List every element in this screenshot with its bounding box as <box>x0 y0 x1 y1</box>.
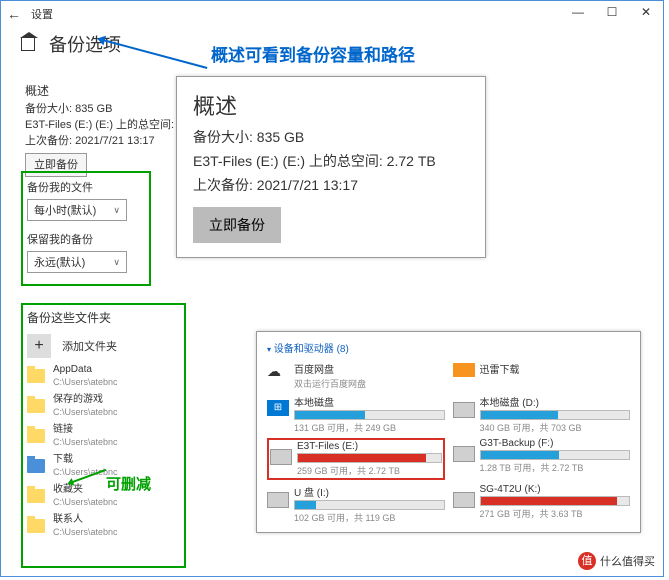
window-title: 设置 <box>31 6 53 22</box>
cloud-icon: ☁ <box>267 363 289 379</box>
folder-icon <box>27 429 45 443</box>
drive-name: G3T-Backup (F:) <box>480 438 631 449</box>
backup-now-button[interactable]: 立即备份 <box>193 207 281 243</box>
chevron-down-icon: ∨ <box>113 205 120 216</box>
disk-icon <box>270 449 292 465</box>
drive-info: 340 GB 可用，共 703 GB <box>480 421 631 434</box>
freq-value: 每小时(默认) <box>34 202 96 218</box>
folder-icon <box>27 459 45 473</box>
drive-item[interactable]: 本地磁盘 (D:) 340 GB 可用，共 703 GB <box>453 394 631 434</box>
chevron-down-icon: ∨ <box>113 257 120 268</box>
add-folder-button[interactable]: + <box>27 334 51 358</box>
page-title: 备份选项 <box>49 31 121 57</box>
usage-bar <box>480 496 631 506</box>
drive-name: SG-4T2U (K:) <box>480 484 631 495</box>
drive-name: U 盘 (I:) <box>294 484 445 499</box>
folder-item[interactable]: 联系人C:\Users\atebnc <box>27 514 118 538</box>
folder-path: C:\Users\atebnc <box>53 526 118 538</box>
xunlei-icon <box>453 363 475 377</box>
minimize-button[interactable]: — <box>561 1 595 23</box>
folder-item[interactable]: AppDataC:\Users\atebnc <box>27 364 118 388</box>
disk-icon <box>453 446 475 462</box>
drive-info: 102 GB 可用，共 119 GB <box>294 511 445 524</box>
drive-info: 1.28 TB 可用，共 2.72 TB <box>480 461 631 474</box>
disk-icon <box>453 402 475 418</box>
usage-bar <box>480 450 631 460</box>
folders-section: 备份这些文件夹 + 添加文件夹 AppDataC:\Users\atebnc保存… <box>27 309 118 544</box>
drive-item[interactable]: SG-4T2U (K:) 271 GB 可用，共 3.63 TB <box>453 484 631 524</box>
home-icon[interactable] <box>21 37 35 51</box>
folder-item[interactable]: 下载C:\Users\atebnc <box>27 454 118 478</box>
add-folder-label: 添加文件夹 <box>62 338 117 354</box>
folder-icon <box>27 399 45 413</box>
folder-item[interactable]: 链接C:\Users\atebnc <box>27 424 118 448</box>
disk-icon <box>453 492 475 508</box>
drive-baidu[interactable]: ☁ 百度网盘 双击运行百度网盘 <box>267 361 445 390</box>
close-button[interactable]: ✕ <box>629 1 663 23</box>
freq-select[interactable]: 每小时(默认) ∨ <box>27 199 127 221</box>
drives-card: ▾ 设备和驱动器 (8) ☁ 百度网盘 双击运行百度网盘 迅雷下载 ⊞ 本地磁盘 1… <box>256 331 641 533</box>
overview-card: 概述 备份大小: 835 GB E3T-Files (E:) (E:) 上的总空… <box>176 76 486 258</box>
drive-item[interactable]: E3T-Files (E:) 259 GB 可用，共 2.72 TB <box>267 438 445 480</box>
folder-name: 下载 <box>53 454 118 466</box>
drive-info: 259 GB 可用，共 2.72 TB <box>297 464 442 477</box>
drive-item[interactable]: U 盘 (I:) 102 GB 可用，共 119 GB <box>267 484 445 524</box>
folder-path: C:\Users\atebnc <box>53 406 118 418</box>
annotation-overview: 概述可看到备份容量和路径 <box>211 41 415 66</box>
folder-path: C:\Users\atebnc <box>53 376 118 388</box>
drive-info: 131 GB 可用，共 249 GB <box>294 421 445 434</box>
folder-icon <box>27 519 45 533</box>
folder-icon <box>27 489 45 503</box>
disk-icon: ⊞ <box>267 400 289 416</box>
drive-name: E3T-Files (E:) <box>297 441 442 452</box>
usage-bar <box>297 453 442 463</box>
folder-item[interactable]: 保存的游戏C:\Users\atebnc <box>27 394 118 418</box>
usage-bar <box>294 410 445 420</box>
back-icon[interactable]: ← <box>7 6 21 22</box>
settings-window: ← 设置 — ☐ ✕ 备份选项 概述可看到备份容量和路径 概述 备份大小: 83… <box>0 0 664 577</box>
folder-item[interactable]: 收藏夹C:\Users\atebnc <box>27 484 118 508</box>
drive-info: 271 GB 可用，共 3.63 TB <box>480 507 631 520</box>
freq-label: 备份我的文件 <box>27 179 127 195</box>
keep-select[interactable]: 永远(默认) ∨ <box>27 251 127 273</box>
watermark: 值 什么值得买 <box>578 552 655 570</box>
drive-item[interactable]: ⊞ 本地磁盘 131 GB 可用，共 249 GB <box>267 394 445 434</box>
drive-name: 本地磁盘 <box>294 394 445 409</box>
folder-name: 联系人 <box>53 514 118 526</box>
overview-card-heading: 概述 <box>193 89 469 121</box>
folder-path: C:\Users\atebnc <box>53 496 118 508</box>
drive-xunlei[interactable]: 迅雷下载 <box>453 361 631 390</box>
folder-path: C:\Users\atebnc <box>53 436 118 448</box>
overview-card-space: E3T-Files (E:) (E:) 上的总空间: 2.72 TB <box>193 151 469 171</box>
annotation-delete: 可删减 <box>106 473 151 494</box>
folder-name: 保存的游戏 <box>53 394 118 406</box>
drives-title[interactable]: ▾ 设备和驱动器 (8) <box>267 340 630 355</box>
usage-bar <box>294 500 445 510</box>
drive-item[interactable]: G3T-Backup (F:) 1.28 TB 可用，共 2.72 TB <box>453 438 631 480</box>
watermark-icon: 值 <box>578 552 596 570</box>
folder-name: AppData <box>53 364 118 376</box>
folders-title: 备份这些文件夹 <box>27 309 118 326</box>
usage-bar <box>480 410 631 420</box>
keep-label: 保留我的备份 <box>27 231 127 247</box>
folder-name: 链接 <box>53 424 118 436</box>
keep-value: 永远(默认) <box>34 254 85 270</box>
overview-card-size: 备份大小: 835 GB <box>193 127 469 147</box>
folder-icon <box>27 369 45 383</box>
maximize-button[interactable]: ☐ <box>595 1 629 23</box>
expand-icon: ▾ <box>267 345 271 354</box>
titlebar: ← 设置 — ☐ ✕ <box>1 1 663 27</box>
drive-name: 本地磁盘 (D:) <box>480 394 631 409</box>
overview-card-last: 上次备份: 2021/7/21 13:17 <box>193 175 469 195</box>
disk-icon <box>267 492 289 508</box>
